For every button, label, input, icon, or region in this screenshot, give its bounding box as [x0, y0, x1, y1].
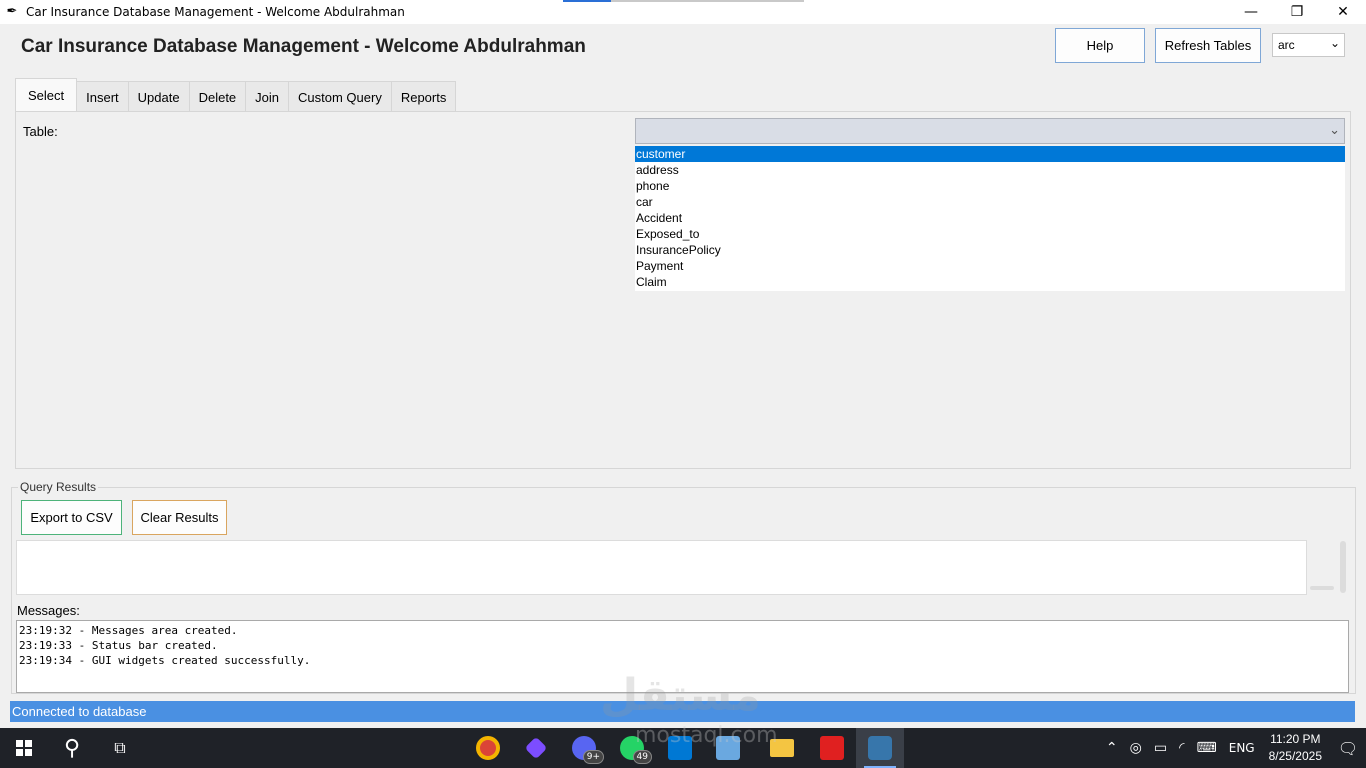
- theme-select[interactable]: arc ⌄: [1272, 33, 1345, 57]
- battery-icon[interactable]: ▭: [1154, 740, 1167, 756]
- chevron-down-icon: ⌄: [1329, 36, 1340, 50]
- clear-results-button[interactable]: Clear Results: [132, 500, 227, 535]
- python-icon[interactable]: [856, 728, 904, 768]
- windows-logo-icon: [16, 740, 32, 756]
- window-controls: — ❐ ✕: [1228, 0, 1366, 24]
- chrome-icon-shape: [476, 736, 500, 760]
- table-label: Table:: [23, 124, 58, 139]
- feather-icon: ✒: [6, 4, 18, 19]
- help-button[interactable]: Help: [1055, 28, 1145, 63]
- wifi-icon[interactable]: ◜: [1179, 740, 1184, 756]
- language-indicator[interactable]: ENG: [1229, 741, 1255, 755]
- tab-bar: Select Insert Update Delete Join Custom …: [15, 78, 457, 112]
- system-tray: ⌃ ◎ ▭ ◜ ⌨ ENG 11:20 PM 8/25/2025 🗨: [1100, 728, 1366, 768]
- dropdown-option-accident[interactable]: Accident: [635, 210, 1345, 226]
- python-icon-shape: [868, 736, 892, 760]
- tab-insert[interactable]: Insert: [76, 81, 129, 112]
- results-table[interactable]: [16, 540, 1307, 595]
- messages-label: Messages:: [17, 603, 80, 618]
- clock-date: 8/25/2025: [1268, 749, 1322, 763]
- tab-delete[interactable]: Delete: [188, 81, 247, 112]
- refresh-tables-button[interactable]: Refresh Tables: [1155, 28, 1261, 63]
- start-button[interactable]: [0, 728, 48, 768]
- window-accent-line: [563, 0, 611, 2]
- table-dropdown-list: customer address phone car Accident Expo…: [635, 146, 1345, 291]
- tab-reports[interactable]: Reports: [390, 81, 457, 112]
- acrobat-icon[interactable]: [808, 728, 856, 768]
- meet-now-icon[interactable]: ◎: [1130, 740, 1142, 756]
- dropdown-option-car[interactable]: car: [635, 194, 1345, 210]
- tab-custom-query[interactable]: Custom Query: [288, 81, 392, 112]
- dropdown-option-claim[interactable]: Claim: [635, 274, 1345, 290]
- message-line: 23:19:32 - Messages area created.: [19, 624, 238, 637]
- page-title: Car Insurance Database Management - Welc…: [21, 36, 586, 57]
- window-title-bar: ✒ Car Insurance Database Management - We…: [0, 0, 1366, 24]
- select-tab-panel: Table: ⌄ customer address phone car Acci…: [15, 111, 1351, 469]
- chrome-icon[interactable]: [464, 728, 512, 768]
- message-line: 23:19:34 - GUI widgets created successfu…: [19, 654, 311, 667]
- discord-badge: 9+: [582, 750, 604, 764]
- obsidian-icon[interactable]: [512, 728, 560, 768]
- app-window: Car Insurance Database Management - Welc…: [0, 24, 1366, 722]
- clock[interactable]: 11:20 PM 8/25/2025: [1269, 731, 1322, 765]
- window-title: Car Insurance Database Management - Welc…: [26, 5, 405, 19]
- whatsapp-badge: 49: [632, 750, 652, 764]
- window-accent-line-grey: [611, 0, 804, 2]
- minimize-button[interactable]: —: [1228, 0, 1274, 24]
- tab-update[interactable]: Update: [127, 81, 190, 112]
- tab-select[interactable]: Select: [15, 78, 78, 112]
- dropdown-option-insurance-policy[interactable]: InsurancePolicy: [635, 242, 1345, 258]
- watermark-url: mostaql.com: [635, 723, 778, 748]
- chevron-down-icon: ⌄: [1329, 123, 1340, 138]
- dropdown-option-address[interactable]: address: [635, 162, 1345, 178]
- watermark-logo: مستقل: [600, 670, 761, 721]
- message-line: 23:19:33 - Status bar created.: [19, 639, 218, 652]
- query-results-title: Query Results: [18, 480, 99, 494]
- dropdown-option-payment[interactable]: Payment: [635, 258, 1345, 274]
- task-view-icon[interactable]: ⧉: [96, 728, 144, 768]
- close-button[interactable]: ✕: [1320, 0, 1366, 24]
- results-horizontal-scrollbar[interactable]: [1310, 586, 1334, 590]
- chevron-up-icon[interactable]: ⌃: [1106, 740, 1118, 756]
- acrobat-icon-shape: [820, 736, 844, 760]
- keyboard-icon[interactable]: ⌨: [1197, 740, 1217, 756]
- discord-icon[interactable]: 9+: [560, 728, 608, 768]
- notification-icon[interactable]: 🗨: [1330, 739, 1366, 758]
- maximize-button[interactable]: ❐: [1274, 0, 1320, 24]
- dropdown-option-phone[interactable]: phone: [635, 178, 1345, 194]
- dropdown-option-customer[interactable]: customer: [635, 146, 1345, 162]
- export-csv-button[interactable]: Export to CSV: [21, 500, 122, 535]
- obsidian-icon-shape: [524, 736, 548, 760]
- results-vertical-scrollbar[interactable]: [1340, 541, 1346, 593]
- theme-select-value: arc: [1278, 38, 1295, 52]
- clock-time: 11:20 PM: [1270, 732, 1321, 746]
- search-icon[interactable]: ⚲: [48, 728, 96, 768]
- dropdown-option-exposed-to[interactable]: Exposed_to: [635, 226, 1345, 242]
- tab-join[interactable]: Join: [245, 81, 290, 112]
- table-combobox[interactable]: ⌄: [635, 118, 1345, 144]
